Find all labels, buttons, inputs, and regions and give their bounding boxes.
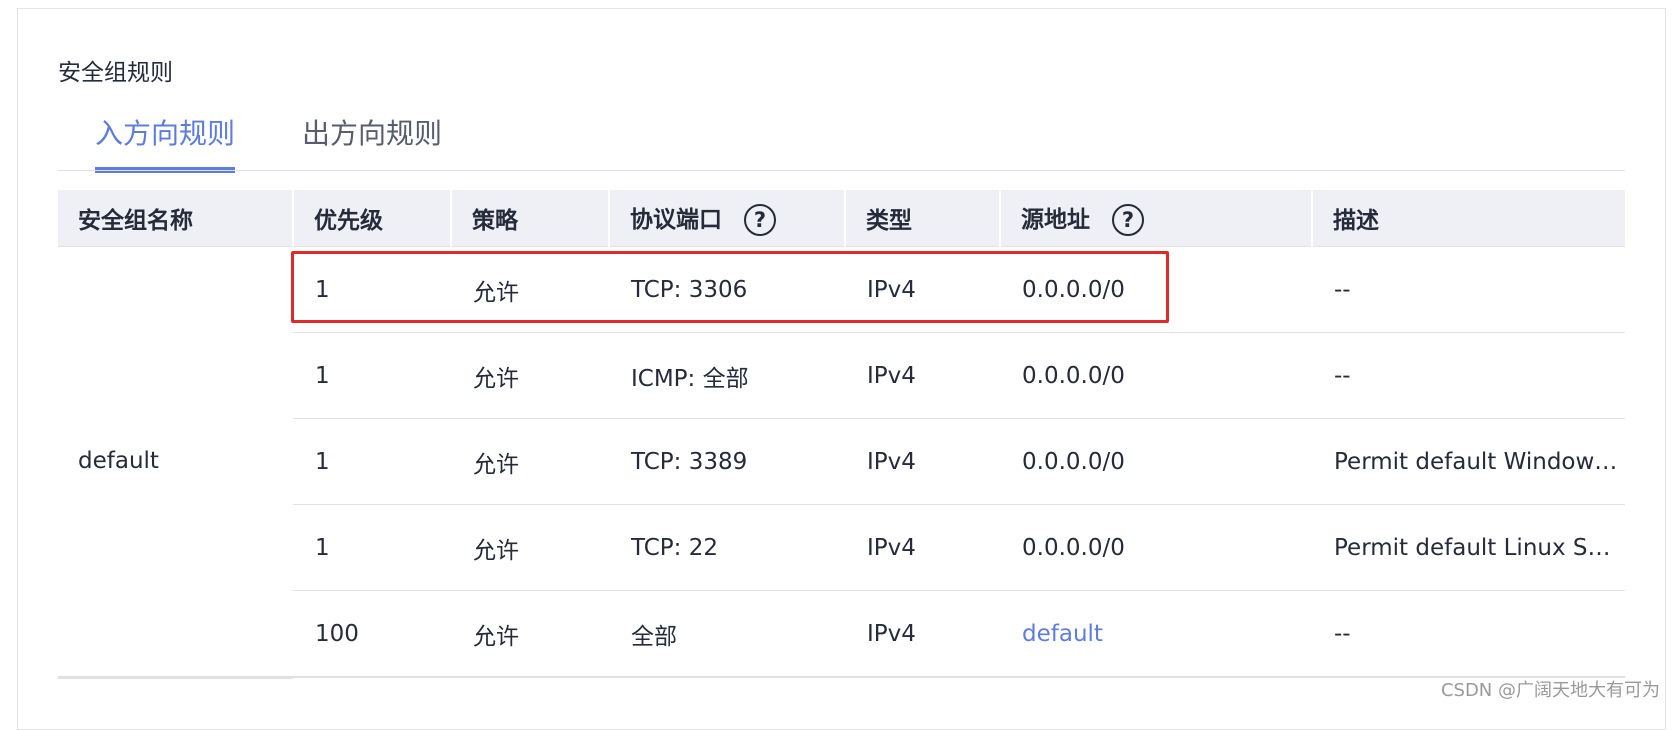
type-cell: IPv4 [845,246,1000,333]
protocol-port-cell: 全部 [609,590,845,678]
source-cell: 0.0.0.0/0 [1000,246,1312,333]
source-cell: 0.0.0.0/0 [1000,418,1312,505]
description-cell: Permit default Linux S… [1312,504,1625,591]
type-cell: IPv4 [845,332,1000,419]
source-cell: 0.0.0.0/0 [1000,332,1312,419]
type-cell: IPv4 [845,418,1000,505]
priority-cell: 1 [293,332,451,419]
question-icon[interactable]: ? [1112,204,1144,237]
description-cell: -- [1312,590,1625,678]
table-row: 1 允许 TCP: 3389 IPv4 0.0.0.0/0 Permit def… [58,418,1625,505]
policy-cell: 允许 [451,418,609,505]
question-icon[interactable]: ? [744,204,776,237]
description-cell: -- [1312,246,1625,333]
priority-cell: 100 [293,590,451,678]
type-cell: IPv4 [845,590,1000,678]
policy-cell: 允许 [451,332,609,419]
tab-label: 出方向规则 [302,117,443,150]
type-cell: IPv4 [845,504,1000,591]
header-priority: 优先级 [293,190,452,247]
policy-cell: 允许 [451,504,609,591]
watermark: CSDN @广阔天地大有可为 [1440,680,1660,701]
policy-cell: 允许 [451,590,609,678]
protocol-port-cell: ICMP: 全部 [609,332,845,419]
source-cell: default [1000,590,1312,678]
policy-cell: 允许 [451,246,609,333]
source-group-link[interactable]: default [1022,621,1103,647]
protocol-port-cell: TCP: 22 [609,504,845,591]
priority-cell: 1 [293,246,451,333]
header-description: 描述 [1312,190,1625,247]
tab-label: 入方向规则 [95,117,236,150]
header-protocol-port: 协议端口? [609,190,846,247]
description-cell: Permit default Window… [1312,418,1625,505]
tab-outbound-rules[interactable]: 出方向规则 [302,112,442,166]
tabs-divider [58,170,1625,171]
priority-cell: 1 [293,504,451,591]
header-group-name: 安全组名称 [58,190,294,247]
header-type: 类型 [845,190,1001,247]
table-header-row: 安全组名称 优先级 策略 协议端口? 类型 源地址? 描述 [58,190,1625,247]
protocol-port-cell: TCP: 3389 [609,418,845,505]
table-row: 100 允许 全部 IPv4 default -- [58,590,1625,678]
priority-cell: 1 [293,418,451,505]
group-name-cell: default [58,246,293,679]
tab-inbound-rules[interactable]: 入方向规则 [95,112,236,173]
table-row: default 1 允许 TCP: 3306 IPv4 0.0.0.0/0 -- [58,246,1625,679]
protocol-port-cell: TCP: 3306 [609,246,845,333]
header-policy: 策略 [451,190,610,247]
header-protocol-port-label: 协议端口 [630,206,722,233]
table-row: 1 允许 ICMP: 全部 IPv4 0.0.0.0/0 -- [58,332,1625,419]
header-source-label: 源地址 [1021,206,1090,233]
section-title: 安全组规则 [58,60,173,86]
source-cell: 0.0.0.0/0 [1000,504,1312,591]
rules-table: 安全组名称 优先级 策略 协议端口? 类型 源地址? 描述 default 1 … [58,190,1625,679]
table-row: 1 允许 TCP: 22 IPv4 0.0.0.0/0 Permit defau… [58,504,1625,591]
description-cell: -- [1312,332,1625,419]
rule-direction-tabs: 入方向规则 出方向规则 [58,106,1625,173]
header-source: 源地址? [1000,190,1313,247]
